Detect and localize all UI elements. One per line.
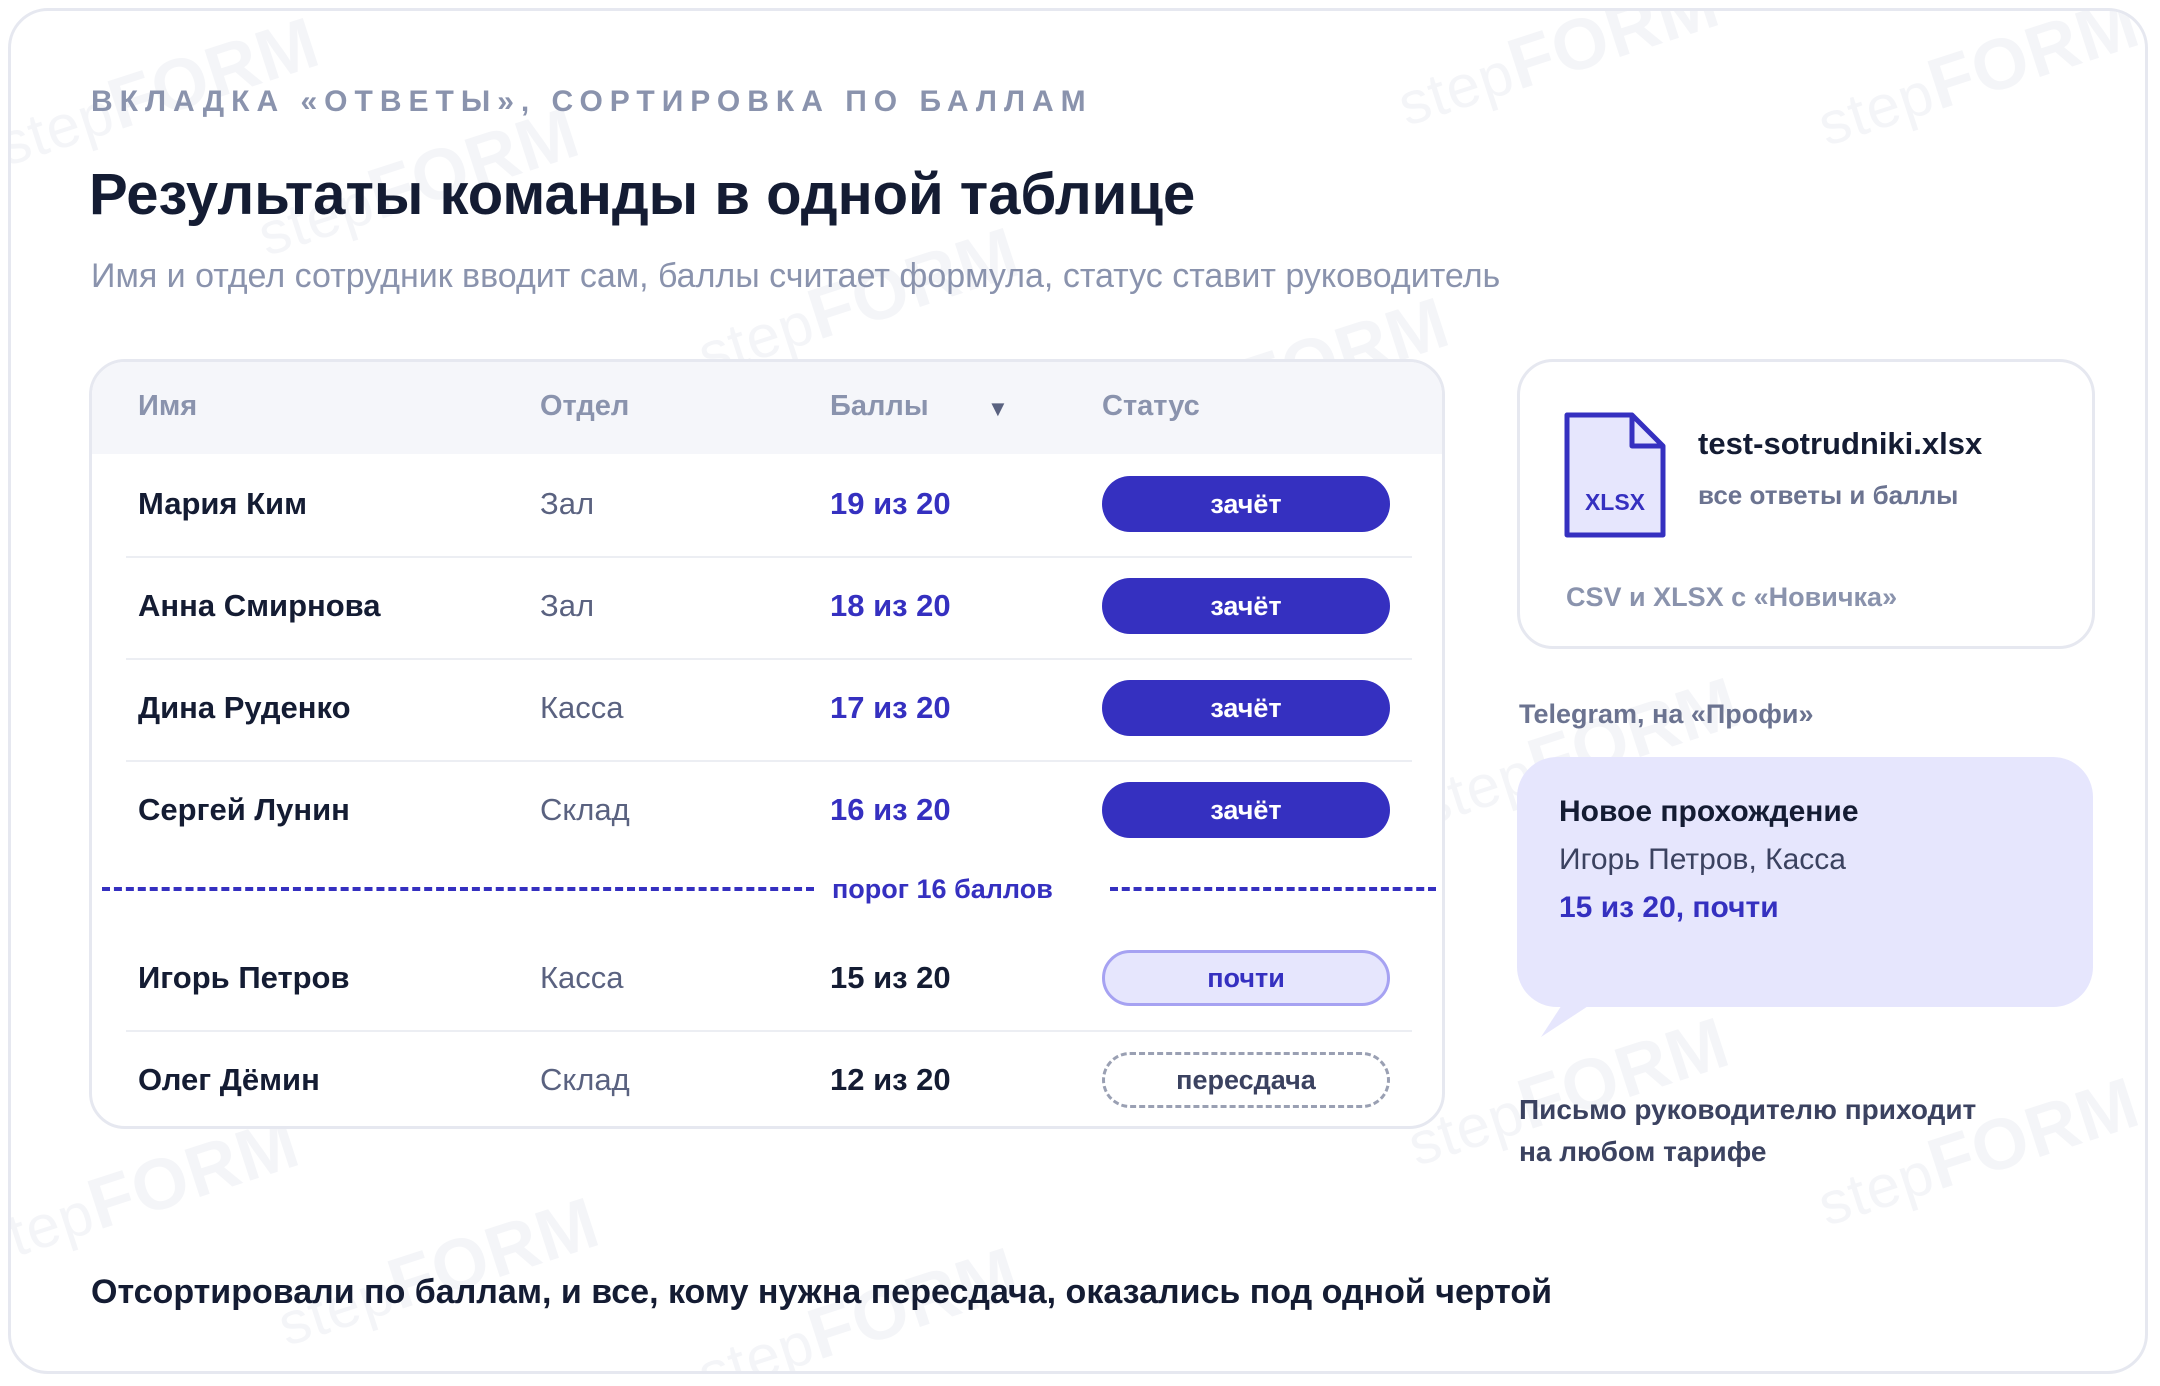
watermark: stepFORM	[1809, 8, 2148, 159]
table-row[interactable]: Олег Дёмин Склад 12 из 20 пересдача	[126, 1030, 1412, 1126]
threshold-label: порог 16 баллов	[832, 874, 1053, 904]
watermark: stepFORM	[269, 1182, 609, 1359]
page-frame: stepFORM stepFORM stepFORM stepFORM step…	[8, 8, 2148, 1374]
export-file-card[interactable]: XLSX test-sotrudniki.xlsx все ответы и б…	[1517, 359, 2095, 649]
file-name[interactable]: test-sotrudniki.xlsx	[1698, 426, 1982, 462]
employee-department: Касса	[540, 690, 624, 725]
employee-name: Дина Руденко	[138, 690, 351, 725]
column-header-status[interactable]: Статус	[1102, 390, 1200, 423]
email-note: Письмо руководителю приходит на любом та…	[1519, 1094, 1977, 1167]
employee-department: Склад	[540, 1062, 630, 1097]
telegram-notification: Новое прохождение Игорь Петров, Касса 15…	[1517, 757, 2093, 1007]
table-row[interactable]: Анна Смирнова Зал 18 из 20 зачёт	[126, 556, 1412, 660]
column-header-name[interactable]: Имя	[138, 390, 197, 423]
column-header-department[interactable]: Отдел	[540, 390, 629, 423]
xlsx-file-icon: XLSX	[1564, 412, 1666, 538]
threshold-line: порог 16 баллов	[102, 868, 1438, 908]
employee-score: 18 из 20	[830, 588, 951, 623]
table-row[interactable]: Дина Руденко Касса 17 из 20 зачёт	[126, 658, 1412, 762]
employee-score: 19 из 20	[830, 486, 951, 521]
employee-name: Игорь Петров	[138, 960, 350, 995]
threshold-dash	[102, 887, 814, 891]
column-header-score[interactable]: Баллы	[830, 390, 929, 423]
threshold-dash	[1110, 887, 1436, 891]
table-row[interactable]: Игорь Петров Касса 15 из 20 почти	[126, 928, 1412, 1032]
watermark: stepFORM	[1389, 8, 1729, 139]
employee-name: Сергей Лунин	[138, 792, 350, 827]
results-table: Имя Отдел Баллы ▼ Статус Мария Ким Зал 1…	[89, 359, 1445, 1129]
file-description: все ответы и баллы	[1698, 480, 1959, 510]
employee-department: Касса	[540, 960, 624, 995]
employee-score: 17 из 20	[830, 690, 951, 725]
employee-score: 15 из 20	[830, 960, 951, 995]
page-subtitle: Имя и отдел сотрудник вводит сам, баллы …	[91, 257, 1501, 295]
employee-department: Зал	[540, 588, 595, 623]
export-plan-note: CSV и XLSX с «Новичка»	[1566, 582, 1898, 612]
status-badge[interactable]: зачёт	[1102, 680, 1390, 736]
employee-name: Олег Дёмин	[138, 1062, 320, 1097]
status-badge[interactable]: зачёт	[1102, 476, 1390, 532]
employee-department: Склад	[540, 792, 630, 827]
status-badge[interactable]: зачёт	[1102, 578, 1390, 634]
status-badge[interactable]: пересдача	[1102, 1052, 1390, 1108]
sort-down-icon[interactable]: ▼	[987, 396, 1009, 422]
table-row[interactable]: Мария Ким Зал 19 из 20 зачёт	[126, 454, 1412, 558]
employee-department: Зал	[540, 486, 595, 521]
status-badge[interactable]: почти	[1102, 950, 1390, 1006]
page-title: Результаты команды в одной таблице	[89, 162, 1196, 227]
telegram-caption: Telegram, на «Профи»	[1519, 699, 1814, 729]
employee-score: 12 из 20	[830, 1062, 951, 1097]
notification-score: 15 из 20, почти	[1559, 891, 1779, 924]
status-badge[interactable]: зачёт	[1102, 782, 1390, 838]
table-header: Имя Отдел Баллы ▼ Статус	[92, 362, 1442, 454]
footer-caption: Отсортировали по баллам, и все, кому нуж…	[91, 1273, 1553, 1311]
notification-title: Новое прохождение	[1559, 795, 1859, 828]
table-row[interactable]: Сергей Лунин Склад 16 из 20 зачёт	[126, 760, 1412, 862]
employee-score: 16 из 20	[830, 792, 951, 827]
notification-employee: Игорь Петров, Касса	[1559, 843, 1846, 876]
employee-name: Мария Ким	[138, 486, 308, 521]
xlsx-icon-label: XLSX	[1585, 489, 1646, 515]
section-eyebrow: ВКЛАДКА «ОТВЕТЫ», СОРТИРОВКА ПО БАЛЛАМ	[91, 85, 1093, 118]
employee-name: Анна Смирнова	[138, 588, 381, 623]
